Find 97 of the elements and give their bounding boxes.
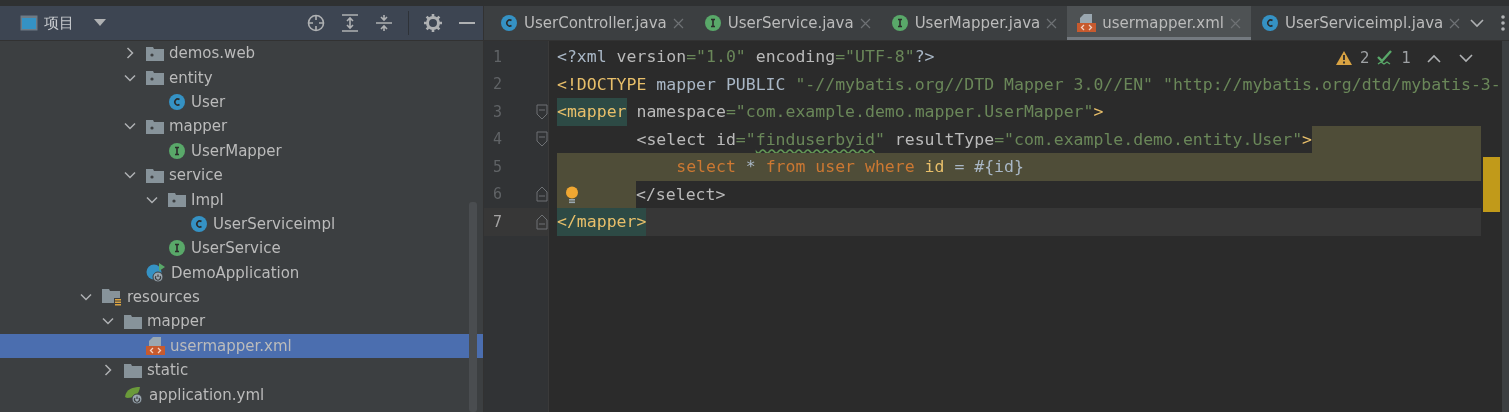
dropdown-caret-icon[interactable] — [94, 19, 106, 27]
tree-item[interactable]: mapper — [0, 309, 483, 334]
settings-icon[interactable] — [424, 14, 442, 32]
checkmark-icon[interactable] — [1377, 50, 1394, 66]
previous-icon[interactable] — [1427, 53, 1441, 63]
code-text: * — [745, 156, 757, 178]
tree-item[interactable]: DemoApplication — [0, 260, 483, 285]
chevron-down-icon[interactable] — [1470, 18, 1485, 28]
tree-item[interactable]: application.yml — [0, 382, 483, 407]
xml-file-icon — [1077, 14, 1097, 32]
crosshair-icon[interactable] — [307, 14, 325, 32]
package-folder-icon — [168, 192, 186, 208]
editor-tab[interactable]: UserService.java — [693, 6, 881, 40]
tree-item[interactable]: demos.web — [0, 41, 483, 66]
weak-warning-count: 1 — [1401, 49, 1411, 67]
package-folder-icon — [146, 118, 164, 134]
folder-icon — [124, 314, 142, 329]
code-text: ="com.example.demo.entity.User" — [994, 128, 1303, 151]
tree-item[interactable]: UserService — [0, 236, 483, 261]
next-icon[interactable] — [1459, 53, 1473, 63]
tree-item[interactable]: mapper — [0, 114, 483, 139]
interface-icon — [703, 14, 722, 32]
code-text: from user where — [765, 156, 916, 178]
code-text: ="com.example.demo.mapper.UserMapper" — [725, 101, 1094, 123]
close-icon[interactable] — [1046, 17, 1058, 29]
chevron-icon[interactable] — [124, 47, 136, 60]
code-text: encoding — [755, 46, 836, 68]
class-icon — [190, 214, 208, 233]
class-icon — [1260, 14, 1279, 32]
expand-all-icon[interactable] — [342, 14, 358, 32]
window-icon — [20, 15, 38, 31]
code-text: </mapper — [557, 208, 637, 236]
code-text: > — [1302, 128, 1313, 151]
code-text: = #{id} — [953, 156, 1024, 178]
package-folder-icon — [146, 70, 164, 86]
spring-app-icon — [146, 262, 166, 283]
interface-icon — [168, 141, 186, 160]
error-stripe-marker[interactable] — [1483, 157, 1500, 212]
code-text: <select — [635, 128, 707, 151]
code-text: "-//mybatis.org//DTD Mapper 3.0//EN" "http://mybatis.org/dtd/mybatis-3- — [795, 73, 1501, 96]
tree-item[interactable]: UserMapper — [0, 138, 483, 163]
panel-title: 项目 — [44, 13, 74, 33]
package-folder-icon — [146, 45, 164, 61]
editor-tab[interactable]: UserMapper.java — [880, 6, 1068, 40]
fold-icon[interactable] — [536, 103, 548, 120]
package-folder-icon — [146, 167, 164, 183]
folder-icon — [124, 362, 142, 378]
close-icon[interactable] — [672, 17, 684, 29]
fold-icon[interactable] — [536, 186, 548, 203]
editor-tab[interactable]: usermapper.xml — [1067, 6, 1251, 40]
class-icon — [168, 92, 186, 111]
xml-file-icon — [146, 336, 165, 355]
tree-item[interactable]: static — [0, 358, 483, 383]
code-text: > — [636, 208, 647, 236]
code-text: namespace — [635, 101, 726, 123]
close-icon[interactable] — [859, 17, 871, 29]
resources-folder-icon — [102, 288, 122, 306]
line-number: 7 — [493, 212, 503, 231]
collapse-all-icon[interactable] — [376, 14, 392, 32]
code-text: ="UTF-8" — [835, 46, 915, 68]
code-text: id — [924, 156, 945, 178]
tree-item[interactable]: entity — [0, 65, 483, 90]
tree-item[interactable]: service — [0, 162, 483, 188]
lightbulb-icon[interactable] — [565, 185, 579, 204]
code-text: resultType — [894, 128, 995, 151]
code-text: </select> — [636, 183, 726, 206]
interface-icon — [890, 14, 909, 32]
warning-count: 2 — [1359, 49, 1370, 67]
code-text: <?xml — [557, 46, 608, 68]
editor-tab[interactable]: UserServiceimpl.java — [1250, 6, 1471, 40]
code-text: ?> — [914, 46, 935, 68]
code-text: =" — [735, 128, 756, 151]
code-text: id — [715, 128, 736, 151]
code-text: mapper PUBLIC — [656, 73, 787, 96]
code-text: > — [1093, 101, 1104, 123]
editor-tab[interactable]: UserController.java — [490, 6, 694, 40]
code-text: finduserbyid — [755, 128, 875, 151]
code-text: select — [675, 156, 737, 178]
tree-item[interactable]: Impl — [0, 187, 483, 212]
minimize-icon[interactable] — [459, 21, 475, 25]
interface-icon — [168, 239, 186, 258]
close-icon[interactable] — [1449, 17, 1461, 29]
code-text: ="1.0" — [686, 46, 747, 68]
scrollbar[interactable] — [469, 202, 477, 412]
code-text: <!DOCTYPE — [557, 73, 648, 96]
warning-icon[interactable] — [1335, 51, 1352, 65]
fold-icon[interactable] — [536, 131, 548, 148]
spring-leaf-icon — [124, 384, 144, 405]
code-text: " — [874, 128, 886, 151]
tree-item[interactable]: UserServiceimpl — [0, 211, 483, 237]
code-text: <mapper — [557, 98, 627, 126]
tree-item[interactable]: User — [0, 89, 483, 115]
class-icon — [500, 14, 518, 32]
fold-icon[interactable] — [536, 213, 548, 230]
tree-item[interactable]: resources — [0, 284, 483, 310]
code-text: version — [616, 46, 687, 68]
chevron-icon[interactable] — [102, 364, 114, 377]
